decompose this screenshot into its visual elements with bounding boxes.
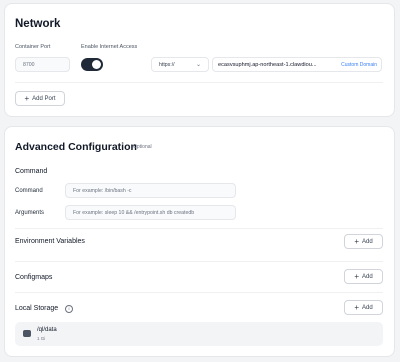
arguments-placeholder: For example: sleep 10 && /entrypoint.sh … [73, 209, 195, 216]
add-storage-label: Add [361, 304, 373, 311]
command-input[interactable]: For example: /bin/bash -c [65, 183, 236, 198]
optional-badge: Optional [133, 144, 152, 150]
divider [15, 228, 383, 229]
add-env-button[interactable]: + Add [344, 234, 383, 249]
plus-icon: + [354, 271, 359, 281]
add-configmap-label: Add [361, 273, 373, 280]
domain-value: ecasvsuphmj.ap-northeast-1.clawdiou... [218, 61, 317, 68]
local-storage-label: Local Storage [15, 305, 59, 312]
arguments-input[interactable]: For example: sleep 10 && /entrypoint.sh … [65, 205, 236, 220]
internet-access-toggle[interactable] [81, 58, 103, 71]
configmaps-label: Configmaps [15, 274, 53, 281]
info-icon[interactable]: i [65, 305, 73, 313]
container-port-label: Container Port [15, 44, 51, 50]
divider [15, 292, 383, 293]
advanced-title: Advanced Configuration [15, 141, 137, 153]
toggle-knob [92, 60, 101, 69]
storage-item[interactable]: /ql/data 1 Gi [15, 322, 383, 346]
divider [15, 261, 383, 262]
plus-icon: + [354, 302, 359, 312]
divider [15, 82, 383, 83]
storage-icon [23, 330, 31, 337]
command-placeholder: For example: /bin/bash -c [73, 187, 132, 194]
custom-domain-link[interactable]: Custom Domain [338, 62, 381, 68]
add-storage-button[interactable]: + Add [344, 300, 383, 315]
env-vars-label: Environment Variables [15, 238, 85, 245]
chevron-down-icon: ⌄ [195, 62, 201, 68]
plus-icon: + [24, 93, 30, 103]
protocol-value: https:// [159, 61, 175, 68]
storage-size: 1 Gi [37, 336, 46, 341]
add-configmap-button[interactable]: + Add [344, 269, 383, 284]
add-env-label: Add [361, 238, 373, 245]
arguments-label: Arguments [15, 210, 45, 216]
add-port-label: Add Port [32, 95, 56, 102]
plus-icon: + [354, 236, 359, 246]
domain-field[interactable]: ecasvsuphmj.ap-northeast-1.clawdiou... C… [212, 57, 382, 72]
internet-access-label: Enable Internet Access [81, 44, 138, 50]
storage-path: /ql/data [37, 327, 57, 333]
add-port-button[interactable]: + Add Port [15, 91, 65, 106]
protocol-select[interactable]: https:// ⌄ [151, 57, 209, 72]
container-port-value: 8700 [23, 61, 35, 68]
container-port-input[interactable]: 8700 [15, 57, 70, 72]
command-label: Command [15, 188, 43, 194]
command-section-title: Command [15, 168, 48, 175]
network-title: Network [15, 18, 61, 30]
